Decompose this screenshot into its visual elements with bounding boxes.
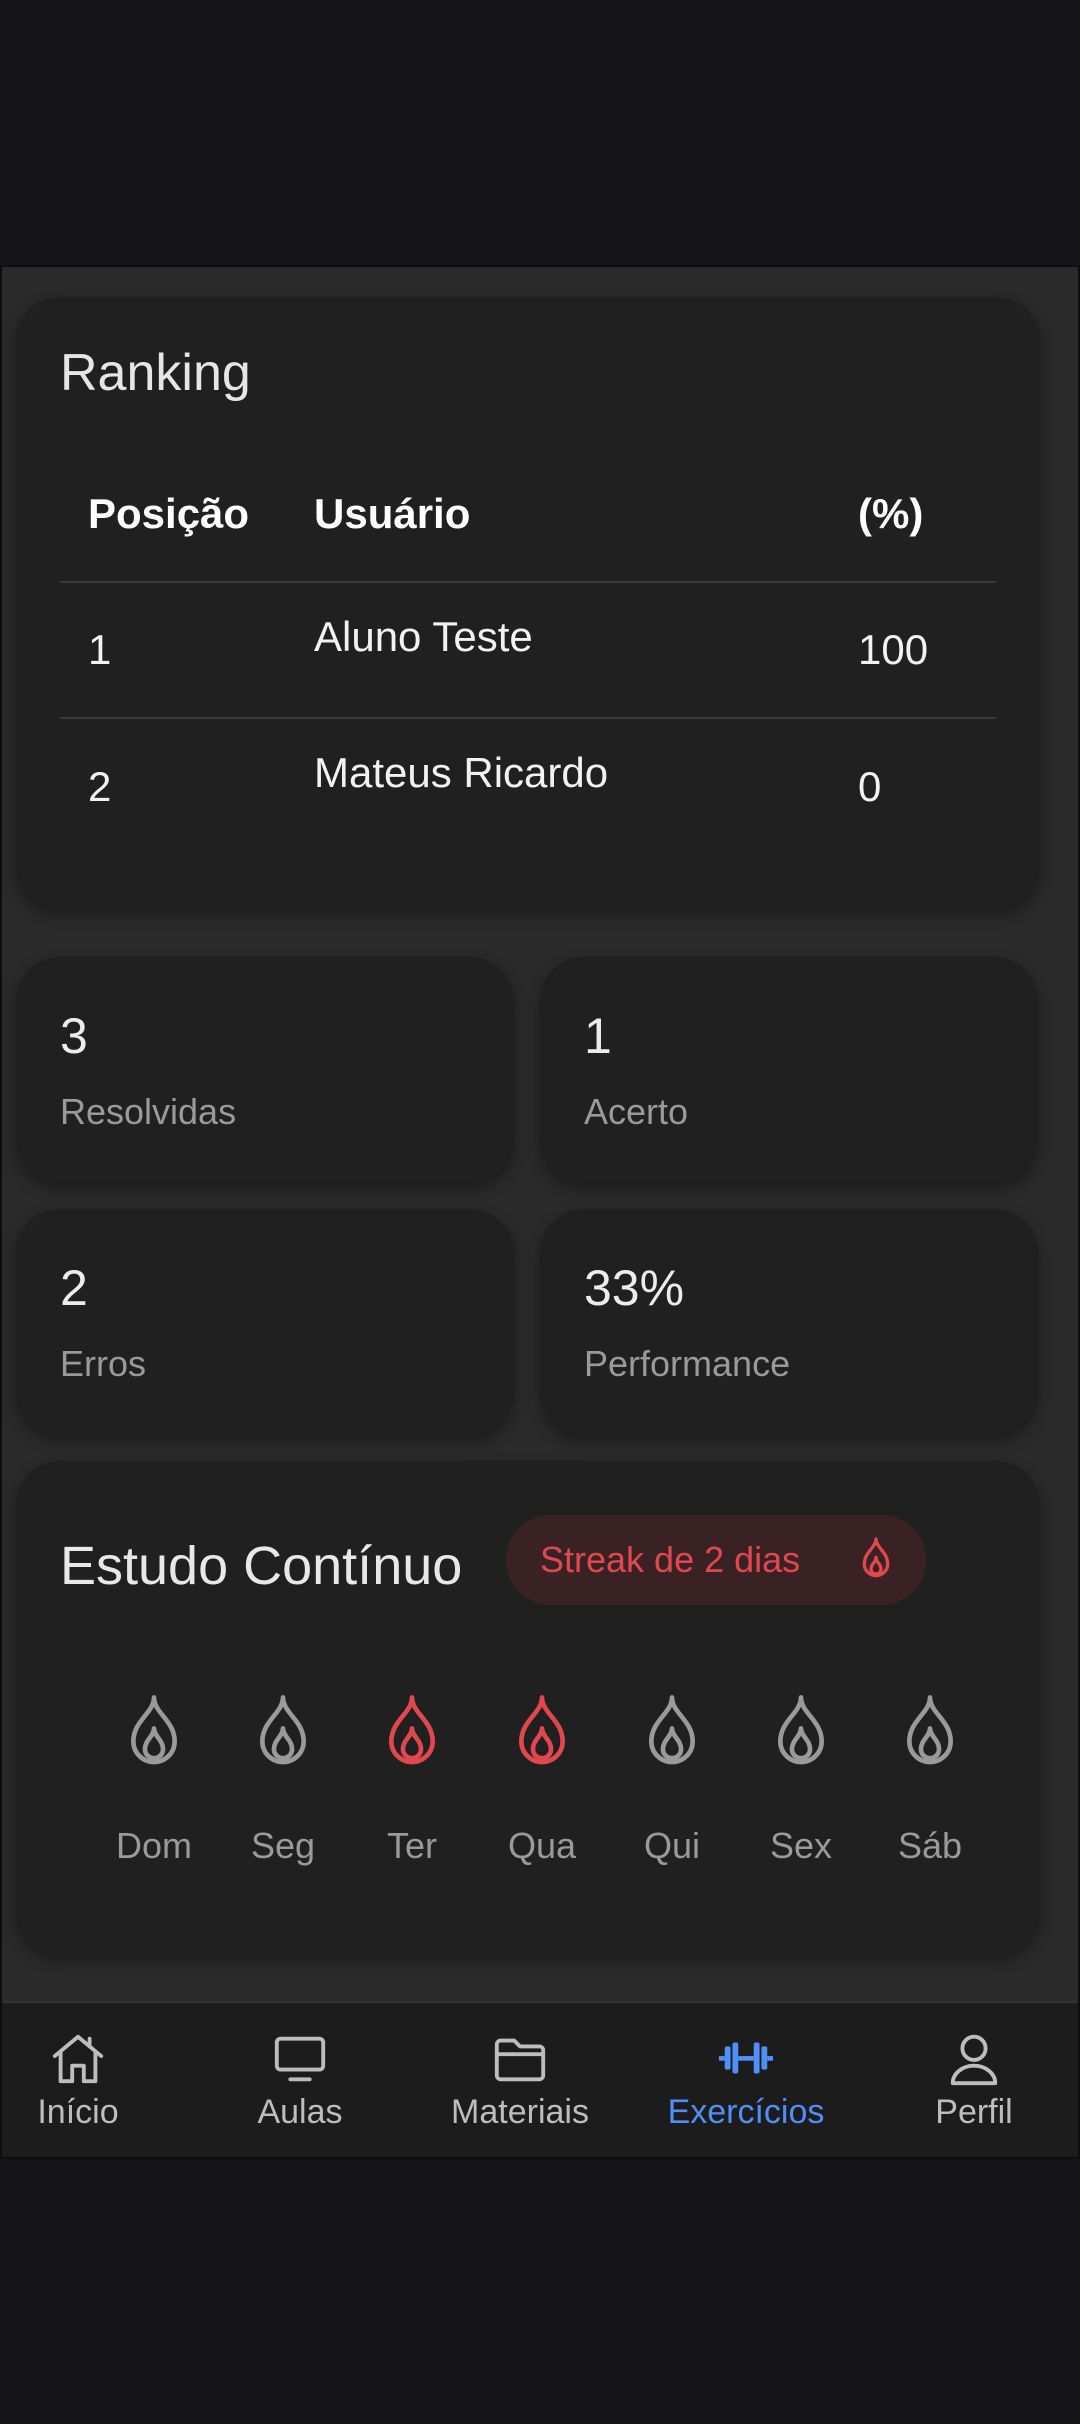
dumbbell-icon [718, 2042, 774, 2074]
day-label: Ter [386, 1825, 437, 1866]
stat-label: Erros [60, 1343, 147, 1384]
stat-value: 2 [60, 1260, 88, 1316]
stat-value: 1 [584, 1008, 612, 1064]
day-label: Sáb [897, 1825, 963, 1866]
app-screen: Ranking Posição Usuário (%) 1 Aluno Test… [0, 265, 1080, 2159]
flame-icon [778, 1695, 824, 1765]
streak-card: Estudo Contínuo Streak de 2 dias Dom Seg T… [16, 1461, 1040, 1955]
nav-label: Exercícios [667, 2093, 825, 2131]
stat-card-correct: 1 Acerto [540, 957, 1038, 1183]
stat-label: Performance [584, 1343, 791, 1384]
streak-day: Seg [218, 1691, 348, 1891]
stat-label: Acerto [584, 1091, 689, 1132]
row-user: Aluno Teste [314, 613, 533, 660]
nav-item-aulas[interactable]: Aulas [200, 2003, 400, 2157]
stat-value: 3 [60, 1008, 88, 1064]
stat-card-resolved: 3 Resolvidas [16, 957, 514, 1183]
nav-item-materiais[interactable]: Materiais [420, 2003, 620, 2157]
streak-title: Estudo Contínuo [60, 1536, 463, 1596]
nav-label: Início [37, 2093, 119, 2131]
ranking-title: Ranking [60, 344, 251, 402]
flame-icon [862, 1537, 890, 1578]
day-label: Dom [115, 1825, 192, 1866]
header-percent: (%) [858, 490, 924, 537]
streak-day: Ter [347, 1691, 477, 1891]
nav-label: Perfil [935, 2093, 1013, 2131]
nav-label: Materiais [451, 2093, 589, 2131]
ranking-table: Posição Usuário (%) 1 Aluno Teste 100 2 … [60, 447, 996, 855]
flame-icon [260, 1695, 306, 1765]
flame-icon [649, 1695, 695, 1765]
day-label: Qua [507, 1825, 577, 1866]
ranking-card: Ranking Posição Usuário (%) 1 Aluno Test… [16, 297, 1040, 909]
streak-badge-label: Streak de 2 dias [540, 1539, 801, 1580]
streak-day: Dom [89, 1691, 219, 1891]
table-row: 1 Aluno Teste 100 [60, 583, 996, 719]
nav-item-inicio[interactable]: Início [2, 2003, 178, 2157]
stat-card-performance: 33% Performance [540, 1209, 1038, 1435]
nav-label: Aulas [257, 2093, 343, 2131]
row-percent: 0 [858, 763, 882, 810]
stat-value: 33% [584, 1260, 685, 1316]
home-icon [52, 2034, 104, 2084]
row-percent: 100 [858, 626, 929, 673]
stat-label: Resolvidas [60, 1091, 237, 1132]
table-row: 2 Mateus Ricardo 0 [60, 719, 996, 855]
person-icon [950, 2034, 998, 2086]
stat-card-errors: 2 Erros [16, 1209, 514, 1435]
flame-icon [907, 1695, 953, 1765]
day-label: Qui [643, 1825, 701, 1866]
day-label: Seg [250, 1825, 316, 1866]
bottom-navigation: Início Aulas Materiais Exercícios Perfil [2, 2001, 1078, 2157]
header-user: Usuário [314, 490, 471, 537]
day-label: Sex [769, 1825, 833, 1866]
folder-icon [494, 2038, 546, 2082]
flame-icon [389, 1695, 435, 1765]
row-position: 1 [88, 626, 112, 673]
streak-badge: Streak de 2 dias [506, 1515, 926, 1605]
streak-day: Qua [477, 1691, 607, 1891]
streak-day: Sex [736, 1691, 866, 1891]
streak-day: Sáb [865, 1691, 995, 1891]
flame-icon [131, 1695, 177, 1765]
streak-day: Qui [607, 1691, 737, 1891]
nav-item-perfil[interactable]: Perfil [874, 2003, 1074, 2157]
flame-icon [519, 1695, 565, 1765]
ranking-table-header: Posição Usuário (%) [60, 447, 996, 583]
streak-days: Dom Seg Ter Qua Qui Sex Sáb [76, 1691, 980, 1891]
header-position: Posição [88, 490, 250, 537]
nav-item-exercicios[interactable]: Exercícios [646, 2003, 846, 2157]
row-user: Mateus Ricardo [314, 749, 609, 796]
monitor-icon [274, 2036, 326, 2082]
row-position: 2 [88, 763, 112, 810]
